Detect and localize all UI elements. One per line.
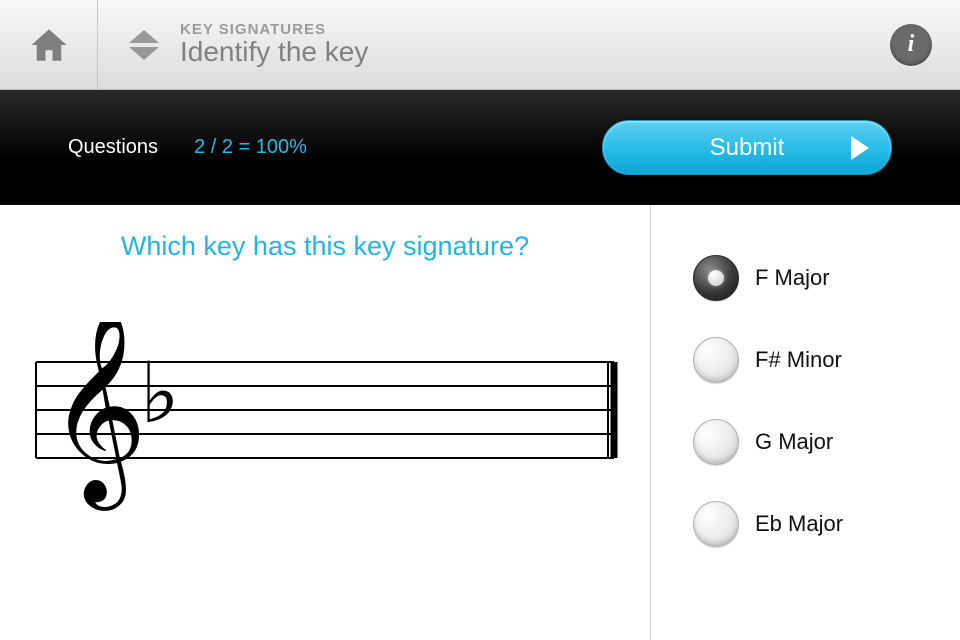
answer-label: G Major [755, 429, 833, 455]
progress-bar: Questions 2 / 2 = 100% Submit [0, 90, 960, 205]
answer-option-2[interactable]: G Major [693, 419, 960, 465]
question-prompt: Which key has this key signature? [30, 231, 620, 262]
titles: KEY SIGNATURES Identify the key [180, 21, 890, 68]
answers-pane: F Major F# Minor G Major Eb Major [651, 205, 960, 640]
submit-label: Submit [710, 134, 785, 162]
prev-next-toggle[interactable] [116, 0, 172, 90]
header-bar: KEY SIGNATURES Identify the key i [0, 0, 960, 90]
radio-icon [693, 337, 739, 383]
radio-icon [693, 419, 739, 465]
question-pane: Which key has this key signature? 𝄞 [0, 205, 651, 640]
chevron-up-icon [129, 30, 159, 43]
main-content: Which key has this key signature? 𝄞 [0, 205, 960, 640]
page-title: Identify the key [180, 36, 890, 68]
answer-label: Eb Major [755, 511, 843, 537]
submit-button[interactable]: Submit [602, 120, 892, 175]
answer-label: F Major [755, 265, 830, 291]
answer-option-1[interactable]: F# Minor [693, 337, 960, 383]
info-button[interactable]: i [890, 24, 932, 66]
answer-option-0[interactable]: F Major [693, 255, 960, 301]
chevron-down-icon [129, 47, 159, 60]
home-icon [28, 24, 70, 66]
treble-clef-icon: 𝄞 [48, 322, 147, 511]
questions-score: 2 / 2 = 100% [194, 136, 307, 159]
play-icon [851, 136, 869, 160]
home-button[interactable] [0, 0, 98, 90]
questions-label: Questions [68, 136, 158, 159]
radio-icon [693, 255, 739, 301]
radio-icon [693, 501, 739, 547]
answer-label: F# Minor [755, 347, 842, 373]
key-signature-staff: 𝄞 ♭ [30, 322, 620, 522]
answer-option-3[interactable]: Eb Major [693, 501, 960, 547]
info-icon: i [908, 31, 915, 58]
flat-icon: ♭ [140, 348, 180, 441]
